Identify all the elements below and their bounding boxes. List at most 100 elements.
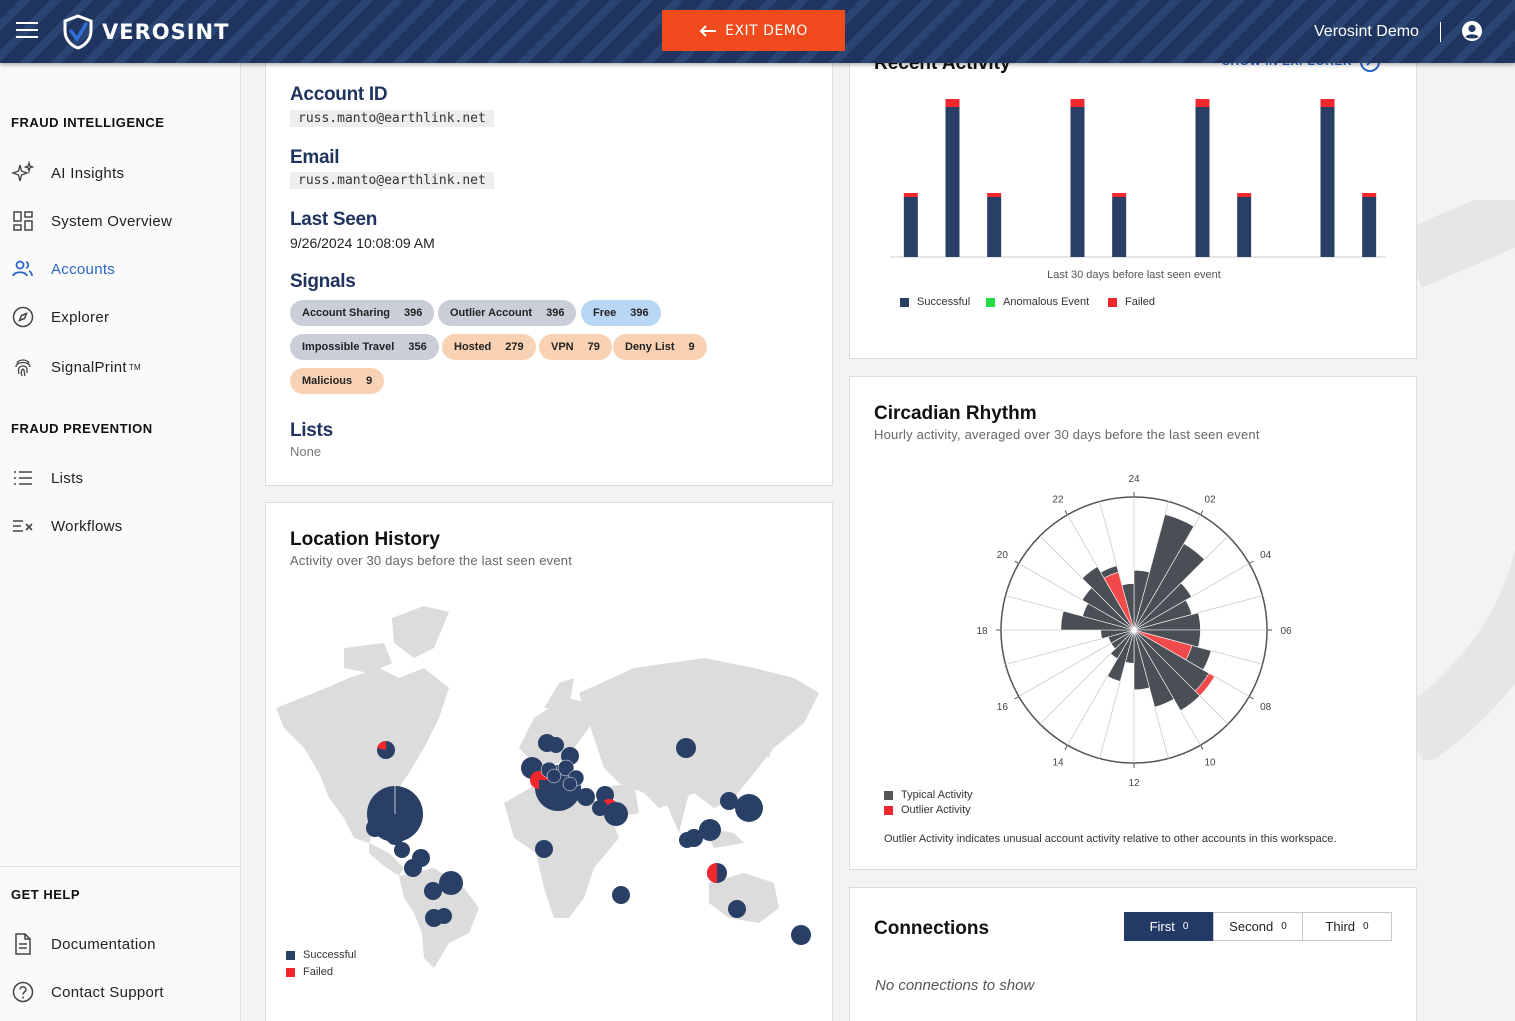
- signal-count: 9: [366, 375, 373, 387]
- circadian-title: Circadian Rhythm: [874, 403, 1037, 424]
- sidebar-item-label: Accounts: [51, 260, 116, 278]
- hour-label: 14: [1052, 758, 1064, 769]
- hamburger-menu-icon[interactable]: [16, 22, 38, 40]
- world-map[interactable]: [274, 598, 829, 968]
- bar-failed[interactable]: [1070, 99, 1085, 107]
- sidebar-item-system-overview[interactable]: System Overview: [11, 209, 172, 233]
- bar-successful[interactable]: [1195, 107, 1210, 257]
- tab-third[interactable]: Third 0: [1302, 912, 1392, 941]
- top-bar: VEROSINT EXIT DEMO Verosint Demo: [0, 0, 1515, 63]
- bar-failed[interactable]: [1320, 99, 1335, 107]
- signal-chip[interactable]: Hosted 279: [442, 334, 536, 360]
- sidebar-item-label: Workflows: [51, 517, 123, 535]
- email-label: Email: [290, 147, 340, 168]
- sparkles-icon: [11, 161, 35, 182]
- sidebar-item-label: Explorer: [51, 308, 110, 326]
- signal-chip[interactable]: Impossible Travel 356: [290, 334, 439, 360]
- sidebar-item-lists[interactable]: Lists: [11, 466, 83, 490]
- hour-label: 18: [976, 626, 988, 637]
- circadian-chart[interactable]: 24 02 04 06 08 10 12 14 16 18 20 22: [964, 472, 1304, 792]
- bar-successful[interactable]: [1362, 197, 1377, 257]
- legend-successful: Successful: [286, 949, 356, 961]
- legend-failed: Failed: [1108, 296, 1155, 308]
- sidebar-item-signalprint[interactable]: SignalPrint TM: [11, 355, 141, 379]
- bar-failed[interactable]: [987, 193, 1002, 197]
- location-history-card: Location History Activity over 30 days b…: [265, 502, 833, 1021]
- recent-activity-xlabel: Last 30 days before last seen event: [1047, 269, 1221, 281]
- bar-successful[interactable]: [1320, 107, 1335, 257]
- logo[interactable]: VEROSINT: [62, 14, 229, 50]
- bar-successful[interactable]: [1237, 197, 1252, 257]
- compass-icon: [12, 306, 34, 328]
- sidebar-item-label: Contact Support: [51, 983, 164, 1001]
- polar-tick: [1200, 510, 1204, 516]
- legend-label: Successful: [303, 949, 357, 961]
- sidebar-item-ai-insights[interactable]: AI Insights: [11, 161, 124, 185]
- signal-name: Account Sharing: [302, 307, 391, 319]
- signal-count: 396: [404, 307, 423, 319]
- lists-label: Lists: [290, 420, 333, 441]
- circadian-rhythm-card: Circadian Rhythm Hourly activity, averag…: [849, 376, 1417, 870]
- account-id-label: Account ID: [290, 84, 388, 105]
- tab-second[interactable]: Second 0: [1213, 912, 1303, 941]
- account-id-value[interactable]: russ.manto@earthlink.net: [290, 110, 494, 127]
- bar-failed[interactable]: [1362, 193, 1377, 197]
- sidebar-divider: [0, 866, 240, 867]
- signal-chip[interactable]: Deny List 9: [613, 334, 707, 360]
- signal-chip[interactable]: Malicious 9: [290, 368, 385, 394]
- legend-anomalous: Anomalous Event: [986, 296, 1089, 308]
- signal-chip[interactable]: VPN 79: [539, 334, 612, 360]
- user-name[interactable]: Verosint Demo: [1314, 23, 1419, 41]
- bar-successful[interactable]: [945, 107, 960, 257]
- sidebar-item-contact-support[interactable]: Contact Support: [11, 980, 164, 1004]
- polar-tick: [1200, 744, 1204, 750]
- connections-card: Connections No connections to show: [849, 887, 1417, 1021]
- hour-label: 08: [1260, 702, 1272, 713]
- signal-name: Free: [593, 307, 617, 319]
- bar-failed[interactable]: [1195, 99, 1210, 107]
- signal-chip[interactable]: Free 396: [581, 300, 661, 326]
- signal-chip[interactable]: Outlier Account 396: [438, 300, 577, 326]
- recent-activity-chart[interactable]: [890, 91, 1390, 261]
- sidebar-item-documentation[interactable]: Documentation: [11, 932, 156, 956]
- signal-chip[interactable]: Account Sharing 396: [290, 300, 435, 326]
- bar-successful[interactable]: [1112, 197, 1127, 257]
- connections-empty: No connections to show: [875, 977, 1035, 994]
- hour-label: 22: [1052, 494, 1064, 505]
- section-fraud-intelligence: FRAUD INTELLIGENCE: [11, 115, 165, 130]
- users-icon: [12, 260, 33, 277]
- legend-outlier: Outlier Activity: [884, 804, 971, 816]
- bar-successful[interactable]: [903, 197, 918, 257]
- exit-demo-button[interactable]: EXIT DEMO: [662, 10, 845, 51]
- account-circle-icon[interactable]: [1461, 20, 1483, 42]
- signal-count: 279: [505, 341, 524, 353]
- legend-successful: Successful: [900, 296, 970, 308]
- legend-label: Failed: [303, 966, 333, 978]
- sidebar-item-explorer[interactable]: Explorer: [11, 305, 109, 329]
- bar-successful[interactable]: [987, 197, 1002, 257]
- bar-failed[interactable]: [1112, 193, 1127, 197]
- sidebar-item-workflows[interactable]: Workflows: [11, 514, 123, 538]
- email-value[interactable]: russ.manto@earthlink.net: [290, 172, 494, 189]
- workflow-icon: [13, 520, 33, 532]
- sidebar-item-label: System Overview: [51, 212, 173, 230]
- sidebar-item-accounts[interactable]: Accounts: [11, 257, 115, 281]
- last-seen-value: 9/26/2024 10:08:09 AM: [290, 235, 435, 251]
- sidebar-item-label: SignalPrint: [51, 358, 127, 376]
- bar-successful[interactable]: [1070, 107, 1085, 257]
- polar-tick: [1064, 744, 1068, 750]
- bar-failed[interactable]: [903, 193, 918, 197]
- location-history-title: Location History: [290, 529, 440, 550]
- bar-failed[interactable]: [945, 99, 960, 107]
- section-fraud-prevention: FRAUD PREVENTION: [11, 421, 153, 436]
- list-icon: [14, 471, 32, 485]
- hour-label: 20: [997, 550, 1009, 561]
- help-circle-icon: [12, 981, 34, 1003]
- bar-failed[interactable]: [1237, 193, 1252, 197]
- location-history-subtitle: Activity over 30 days before the last se…: [290, 553, 573, 568]
- sidebar-item-label: Documentation: [51, 935, 156, 953]
- tab-first[interactable]: First 0: [1124, 912, 1214, 941]
- header-divider: [1440, 22, 1441, 42]
- hour-label: 12: [1128, 778, 1140, 789]
- hour-label: 24: [1128, 474, 1140, 485]
